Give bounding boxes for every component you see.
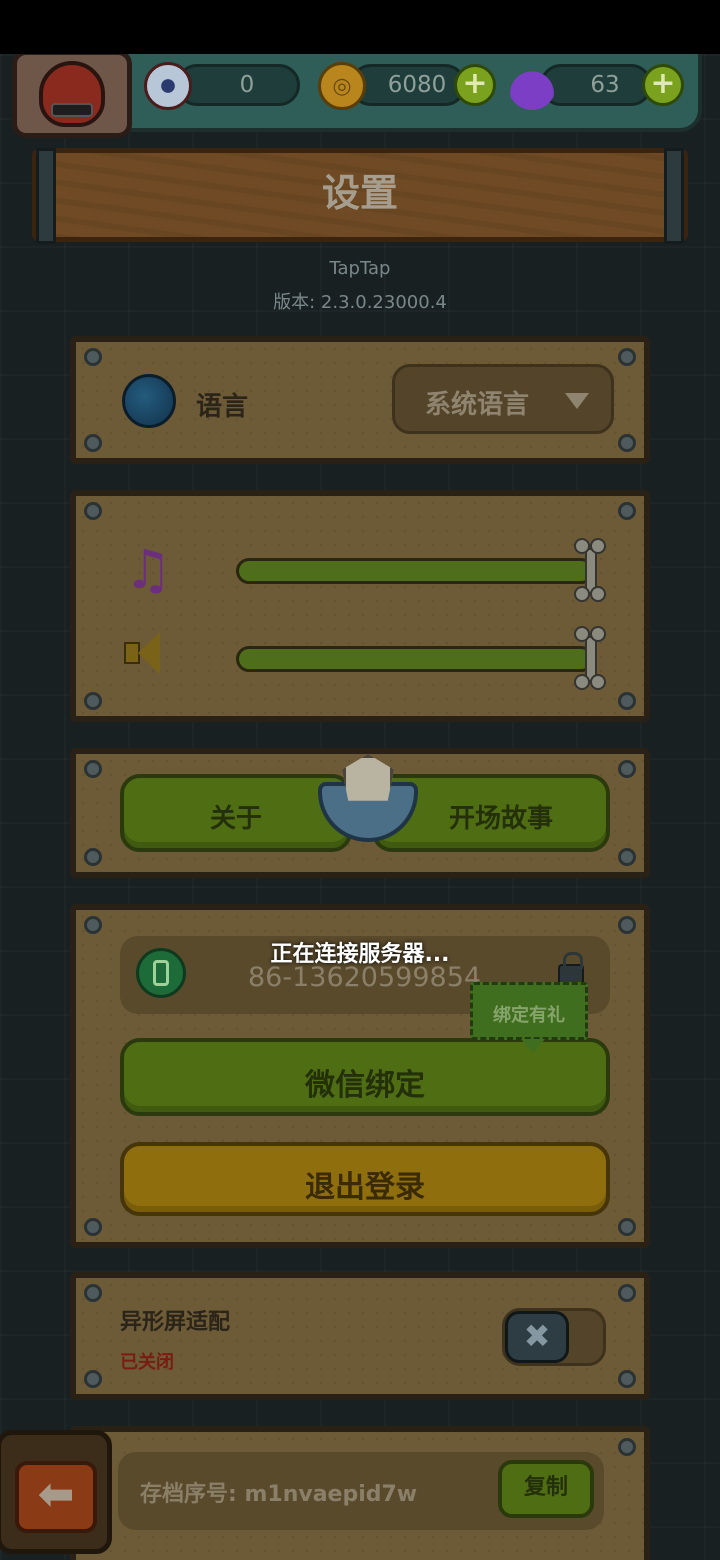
about-button-label: 关于: [209, 804, 262, 834]
potion-icon: [508, 62, 556, 110]
monster-face-icon: [39, 61, 105, 127]
loading-dice-icon: [316, 752, 420, 852]
coins-value: 6080: [387, 72, 447, 98]
save-id-row: 存档序号: m1nvaepid7w 复制: [118, 1452, 604, 1530]
version-label: 版本: 2.3.0.23000.4: [273, 292, 447, 313]
eyes-counter: 0: [176, 64, 300, 106]
back-button[interactable]: ⬅: [0, 1430, 112, 1554]
potions-counter: 63: [540, 64, 652, 106]
notch-panel: 异形屏适配 已关闭 ✖: [70, 1272, 650, 1400]
notch-adapt-label: 异形屏适配: [120, 1310, 231, 1335]
channel-label: TapTap: [329, 258, 391, 279]
loading-message: 正在连接服务器...: [270, 942, 450, 967]
coin-icon: ◎: [318, 62, 366, 110]
status-bar: [0, 0, 720, 54]
language-label: 语言: [196, 392, 249, 422]
coins-counter: 6080: [350, 64, 466, 106]
add-potions-button[interactable]: +: [642, 64, 684, 106]
language-panel: 语言 系统语言: [70, 336, 650, 464]
chevron-down-icon: [565, 393, 589, 409]
wechat-bind-label: 微信绑定: [305, 1068, 425, 1103]
music-volume-fill: [239, 561, 591, 581]
close-icon: ✖: [505, 1311, 569, 1363]
back-arrow-icon: ⬅: [15, 1461, 97, 1533]
language-select-value: 系统语言: [425, 390, 530, 420]
music-slider-handle[interactable]: [574, 538, 608, 604]
eyeball-icon: [144, 62, 192, 110]
logout-label: 退出登录: [305, 1170, 425, 1205]
globe-icon: [122, 374, 176, 428]
eyes-value: 0: [239, 72, 255, 98]
notch-status: 已关闭: [120, 1352, 174, 1373]
bind-gift-tag: 绑定有礼: [470, 982, 588, 1053]
sound-volume-slider[interactable]: [236, 646, 594, 672]
music-volume-slider[interactable]: [236, 558, 594, 584]
player-avatar[interactable]: [12, 50, 132, 138]
sound-volume-fill: [239, 649, 591, 669]
save-id-text: 存档序号: m1nvaepid7w: [140, 1482, 418, 1507]
audio-panel: ♫: [70, 490, 650, 722]
logout-button[interactable]: 退出登录: [120, 1142, 610, 1216]
settings-screen: 0 ◎ 6080 + 63 + 设置 TapTap 版本: 2.3.0.2300…: [0, 0, 720, 1560]
potions-value: 63: [590, 72, 620, 98]
copy-button[interactable]: 复制: [498, 1460, 594, 1518]
language-select[interactable]: 系统语言: [392, 364, 614, 434]
bind-gift-label: 绑定有礼: [493, 1005, 565, 1026]
sound-slider-handle[interactable]: [574, 626, 608, 692]
notch-toggle[interactable]: ✖: [502, 1308, 606, 1366]
add-coins-button[interactable]: +: [454, 64, 496, 106]
music-note-icon: ♫: [123, 538, 173, 601]
speaker-icon: [120, 628, 176, 678]
page-title: 设置: [321, 171, 398, 215]
